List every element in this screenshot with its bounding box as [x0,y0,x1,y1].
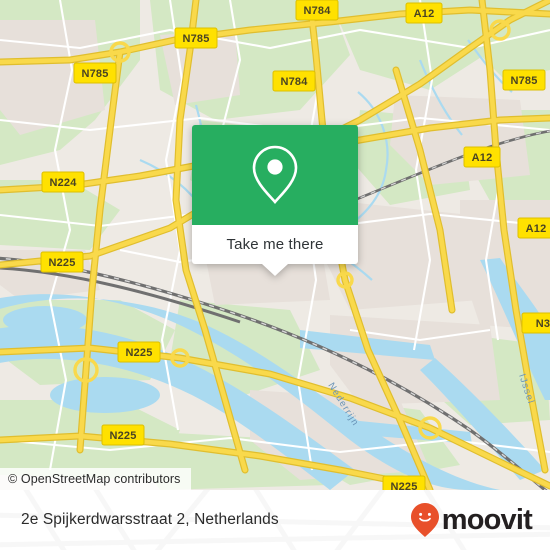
road-shield: A12 [405,2,443,24]
moovit-pin-smile-icon [410,503,439,537]
shield-label: A12 [472,152,493,164]
shield-label: N225 [390,481,417,490]
shield-label: N225 [109,430,136,442]
popup-header [192,125,358,225]
osm-attribution[interactable]: © OpenStreetMap contributors [0,468,191,490]
road-shield: N784 [295,0,339,21]
moovit-wordmark: moovit [441,503,533,536]
road-shield: N225 [382,475,426,490]
road-shield: N225 [40,251,84,273]
popup-footer[interactable]: Take me there [192,225,358,276]
road-shield: A12 [517,217,550,239]
shield-label: N224 [49,177,77,189]
shield-label: N225 [48,257,75,269]
road-shield: N224 [41,171,85,193]
map-screen: N785 A12 N784 N785 N784 N785 N224 A12 N2… [0,0,550,550]
shield-label: A12 [526,223,547,235]
shield-label: N3 [536,318,550,330]
footer-content: 2e Spijkerdwarsstraat 2, Netherlands moo… [0,490,550,550]
road-shield: N784 [272,70,316,92]
shield-label: N784 [280,76,308,88]
location-pin-icon [252,145,298,204]
road-shield: N225 [101,424,145,446]
road-shield: N785 [502,69,546,91]
popup-pointer [262,264,288,276]
shield-label: N785 [182,33,209,45]
road-shield: N225 [117,341,161,363]
shield-label: N784 [303,5,331,17]
shield-label: N785 [510,75,537,87]
road-shield: N785 [73,62,117,84]
address-label: 2e Spijkerdwarsstraat 2, Netherlands [21,511,279,528]
shield-label: N225 [125,347,152,359]
shield-label: N785 [81,68,108,80]
road-shield: N785 [174,27,218,49]
road-shield: N3 [521,312,550,334]
footer-bar: 2e Spijkerdwarsstraat 2, Netherlands moo… [0,490,550,550]
moovit-logo[interactable]: moovit [410,502,533,538]
shield-label: A12 [414,8,435,20]
take-me-there-button[interactable]: Take me there [227,236,324,253]
location-popup-card[interactable]: Take me there [192,125,358,276]
road-shield: A12 [463,146,501,168]
